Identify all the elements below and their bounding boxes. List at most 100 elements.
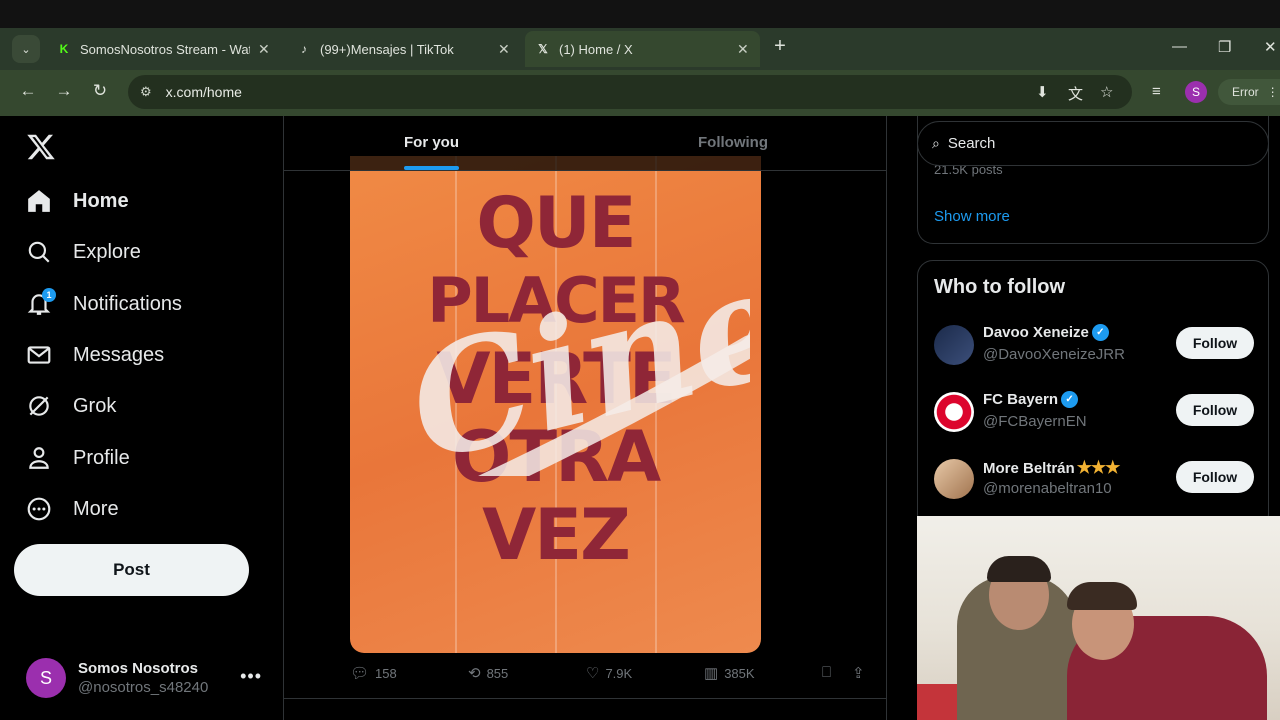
tab-title: SomosNosotros Stream - Watch [80, 41, 250, 57]
nav-label: Explore [73, 240, 141, 263]
forward-icon[interactable]: → [52, 81, 76, 101]
site-settings-icon[interactable]: ⚙ [140, 84, 152, 100]
like-button[interactable]: ♡ 7.9K [586, 664, 632, 682]
graffiti-scrawl: Cine [393, 276, 750, 476]
nav-messages[interactable]: Messages [26, 335, 164, 375]
share-icon: ⇪ [852, 665, 865, 682]
divider [284, 698, 886, 699]
nav-label: More [73, 497, 119, 520]
suggestion-handle: @DavooXeneizeJRR [983, 346, 1125, 363]
bookmark-star-icon[interactable]: ☆ [1100, 83, 1113, 101]
search-input[interactable]: ⌕ Search [917, 121, 1269, 166]
tab-following[interactable]: Following [698, 134, 768, 151]
nav-grok[interactable]: Grok [26, 386, 116, 426]
post-actions: 💬︎ 158 ⟲ 855 ♡ 7.9K ▥ 385K ⎕ ⇪ [284, 664, 886, 688]
new-tab-icon[interactable]: + [768, 35, 792, 58]
avatar-initial: S [39, 667, 52, 688]
bell-icon: 1 [26, 288, 56, 317]
verified-badge-icon: ✓ [1091, 324, 1109, 341]
like-count: 7.9K [605, 665, 633, 681]
tab-for-you[interactable]: For you [404, 134, 459, 151]
follow-suggestion[interactable]: More Beltrán ★★★ @morenabeltran10 Follow [934, 455, 1254, 503]
follow-suggestion[interactable]: Davoo Xeneize ✓ @DavooXeneizeJRR Follow [934, 321, 1254, 369]
url-bar[interactable]: ⚙ x.com/home [128, 75, 1132, 109]
main-feed: For you Following QUE PLACER VERTE OTRA … [283, 116, 887, 720]
reply-count: 158 [375, 665, 397, 681]
x-logo-icon[interactable] [26, 132, 56, 162]
share-button[interactable]: ⇪ [852, 664, 871, 682]
post-image[interactable]: QUE PLACER VERTE OTRA VEZ Cine [350, 156, 761, 653]
maximize-icon[interactable]: ❐ [1218, 38, 1231, 56]
minimize-icon[interactable]: — [1172, 38, 1187, 55]
follow-button[interactable]: Follow [1176, 461, 1254, 493]
mail-icon [26, 342, 52, 368]
avatar [934, 459, 974, 499]
browser-profile-avatar[interactable]: S [1185, 81, 1207, 103]
active-tab-indicator [404, 166, 459, 170]
browser-tab-tiktok[interactable]: ♪ (99+)Mensajes | TikTok ✕ [286, 31, 520, 67]
error-button[interactable]: Error ⋮ [1218, 79, 1280, 105]
media-controls-icon[interactable]: ≡ [1152, 83, 1161, 100]
repost-icon: ⟲ [468, 665, 481, 682]
nav-label: Home [73, 189, 129, 212]
suggestion-handle: @morenabeltran10 [983, 480, 1112, 497]
grok-icon [26, 393, 52, 419]
more-dots-icon[interactable]: ••• [240, 666, 262, 687]
account-switcher[interactable]: S Somos Nosotros @nosotros_s48240 ••• [26, 654, 276, 702]
account-handle: @nosotros_s48240 [78, 679, 209, 696]
nav-label: Notifications [73, 292, 182, 315]
more-circle-icon [26, 496, 52, 522]
views-chart-icon: ▥ [704, 665, 719, 682]
nav-home[interactable]: Home [26, 181, 129, 221]
nav-label: Messages [73, 343, 165, 366]
nav-label: Grok [73, 394, 117, 417]
reply-button[interactable]: 💬︎ 158 [350, 664, 397, 682]
browser-tab-kick[interactable]: K SomosNosotros Stream - Watch ✕ [46, 31, 280, 67]
menu-kebab-icon[interactable]: ⋮ [1267, 85, 1279, 99]
browser-tab-x[interactable]: 𝕏 (1) Home / X ✕ [525, 31, 760, 67]
error-label: Error [1232, 85, 1259, 99]
close-icon[interactable]: ✕ [258, 41, 270, 58]
views-button[interactable]: ▥ 385K [704, 664, 755, 682]
x-icon: 𝕏 [538, 42, 548, 56]
repost-button[interactable]: ⟲ 855 [468, 664, 508, 682]
nav-more[interactable]: More [26, 489, 119, 529]
url-text: x.com/home [165, 84, 242, 100]
search-icon [26, 239, 52, 265]
post-button[interactable]: Post [14, 544, 249, 596]
feed-tabs: For you Following [284, 116, 886, 171]
bookmark-button[interactable]: ⎕ [822, 664, 837, 681]
nav-explore[interactable]: Explore [26, 232, 141, 272]
home-icon [26, 188, 52, 214]
follow-button[interactable]: Follow [1176, 327, 1254, 359]
show-more-link[interactable]: Show more [934, 208, 1010, 225]
repost-count: 855 [486, 665, 509, 681]
close-icon[interactable]: ✕ [498, 41, 510, 58]
kick-icon: K [59, 42, 69, 56]
nav-notifications[interactable]: 1 Notifications [26, 284, 182, 324]
star-emojis: ★★★ [1076, 458, 1121, 477]
follow-suggestion[interactable]: FC Bayern ✓ @FCBayernEN Follow [934, 388, 1254, 436]
profile-initial: S [1191, 85, 1200, 99]
tab-search-dropdown-icon[interactable]: ⌄ [12, 35, 40, 63]
avatar [934, 392, 974, 432]
suggestion-handle: @FCBayernEN [983, 413, 1087, 430]
search-icon: ⌕ [932, 135, 940, 151]
back-icon[interactable]: ← [16, 81, 40, 101]
person-icon [26, 445, 52, 471]
install-app-icon[interactable]: ⬇ [1036, 83, 1049, 101]
close-window-icon[interactable]: ✕ [1264, 38, 1277, 56]
panel-title: Who to follow [934, 276, 1066, 298]
avatar: S [26, 658, 66, 698]
reload-icon[interactable]: ↻ [88, 81, 112, 101]
left-sidebar: Home Explore 1 Notifications Messages Gr… [0, 116, 283, 720]
follow-button[interactable]: Follow [1176, 394, 1254, 426]
translate-icon[interactable]: 文 [1068, 83, 1083, 104]
nav-profile[interactable]: Profile [26, 438, 130, 478]
poster-line: QUE [476, 182, 636, 264]
tab-title: (1) Home / X [559, 41, 633, 57]
close-icon[interactable]: ✕ [737, 41, 749, 58]
poster-line: VEZ [482, 494, 631, 576]
browser-tab-bar: ⌄ K SomosNosotros Stream - Watch ✕ ♪ (99… [0, 0, 1280, 70]
bookmark-icon: ⎕ [822, 664, 832, 681]
